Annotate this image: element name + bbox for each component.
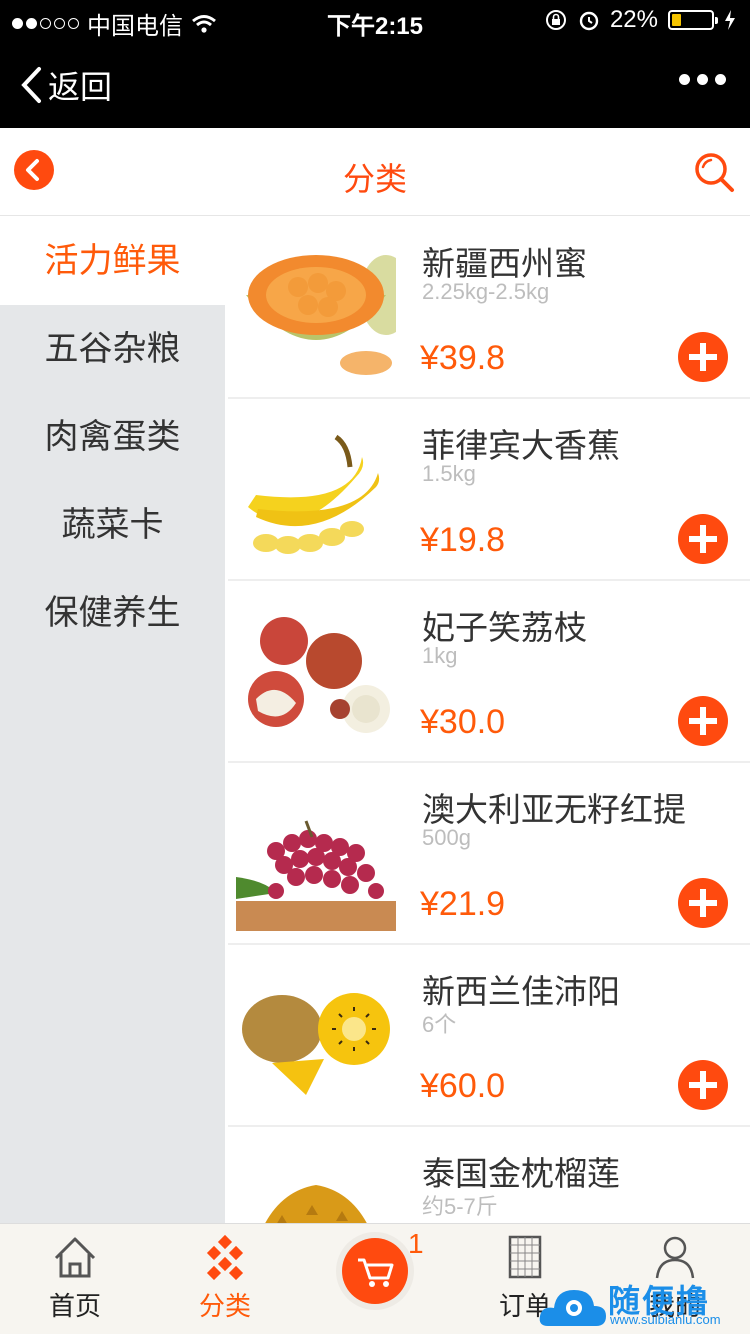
search-button[interactable] [692,150,736,194]
product-name: 新疆西州蜜 [422,245,587,282]
more-dot [697,74,708,85]
search-icon [695,153,734,192]
watermark-url: www.suibianlu.com [610,1312,721,1327]
status-bar: 中国电信 下午2:15 22% [0,0,750,40]
home-icon [54,1237,96,1278]
more-dot [679,74,690,85]
tab-category[interactable]: 分类 [150,1224,300,1334]
product-item[interactable]: 新疆西州蜜 2.25kg-2.5kg ¥39.8 [228,217,750,399]
product-spec: 2.25kg-2.5kg [422,279,550,304]
add-to-cart-button[interactable] [678,514,728,564]
more-dot [715,74,726,85]
orders-icon [508,1235,542,1279]
sidebar-item-health[interactable]: 保健养生 [0,569,225,657]
banana-image [236,417,396,567]
add-to-cart-button[interactable] [678,332,728,382]
product-item[interactable]: 菲律宾大香蕉 1.5kg ¥19.8 [228,399,750,581]
alarm-icon [579,11,599,31]
durian-image [236,1145,396,1223]
page-header: 分类 [0,128,750,216]
product-spec: 约5-7斤 [422,1194,498,1219]
product-item[interactable]: 妃子笑荔枝 1kg ¥30.0 [228,581,750,763]
battery-percent: 22% [609,6,658,33]
tab-home[interactable]: 首页 [0,1224,150,1334]
product-spec: 1kg [422,643,458,668]
lychee-image [236,599,396,749]
category-icon [206,1234,244,1280]
tab-category-label: 分类 [198,1291,251,1321]
battery-icon [668,10,718,30]
product-price: ¥60.0 [420,1067,506,1105]
navigation-bar: 返回 [0,40,750,128]
grape-image [236,781,396,931]
sidebar-item-meat-eggs[interactable]: 肉禽蛋类 [0,393,225,481]
product-price: ¥39.8 [420,339,506,377]
cart-button[interactable] [342,1238,408,1304]
product-name: 新西兰佳沛阳 [422,973,620,1010]
product-name: 澳大利亚无籽红提 [422,791,686,828]
user-icon [655,1236,695,1279]
add-to-cart-button[interactable] [678,878,728,928]
chevron-left-icon [21,67,41,103]
product-spec: 6个 [422,1012,457,1037]
sidebar-item-vegetable-card[interactable]: 蔬菜卡 [0,481,225,569]
product-item[interactable]: 澳大利亚无籽红提 500g ¥21.9 [228,763,750,945]
product-list: 新疆西州蜜 2.25kg-2.5kg ¥39.8 菲律宾大香蕉 1.5kg ¥1… [228,217,750,1223]
back-label: 返回 [48,69,113,105]
charging-icon [725,10,735,30]
tab-home-label: 首页 [48,1291,101,1321]
product-item[interactable]: 新西兰佳沛阳 6个 ¥60.0 [228,945,750,1127]
more-options-button[interactable] [679,74,726,85]
category-sidebar: 活力鲜果 五谷杂粮 肉禽蛋类 蔬菜卡 保健养生 [0,217,225,1223]
cantaloupe-image [236,235,396,385]
product-name: 妃子笑荔枝 [422,609,587,646]
product-name: 泰国金枕榴莲 [422,1155,620,1192]
product-spec: 1.5kg [422,461,476,486]
cart-count-badge: 1 [408,1228,424,1259]
product-item[interactable]: 泰国金枕榴莲 约5-7斤 [228,1127,750,1223]
add-to-cart-button[interactable] [678,1060,728,1110]
back-button[interactable]: 返回 [20,62,112,108]
page-title: 分类 [342,161,407,197]
product-price: ¥19.8 [420,521,506,559]
product-price: ¥30.0 [420,703,506,741]
sidebar-item-fresh-fruit[interactable]: 活力鲜果 [0,217,225,305]
product-spec: 500g [422,825,471,850]
sidebar-item-grains[interactable]: 五谷杂粮 [0,305,225,393]
product-price: ¥21.9 [420,885,506,923]
cloud-logo-icon [539,1290,606,1326]
orientation-lock-icon [545,10,566,30]
watermark: 随便撸 www.suibianlu.com [538,1276,738,1332]
add-to-cart-button[interactable] [678,696,728,746]
kiwi-image [236,963,396,1113]
product-name: 菲律宾大香蕉 [422,427,620,464]
cart-icon [358,1258,394,1287]
